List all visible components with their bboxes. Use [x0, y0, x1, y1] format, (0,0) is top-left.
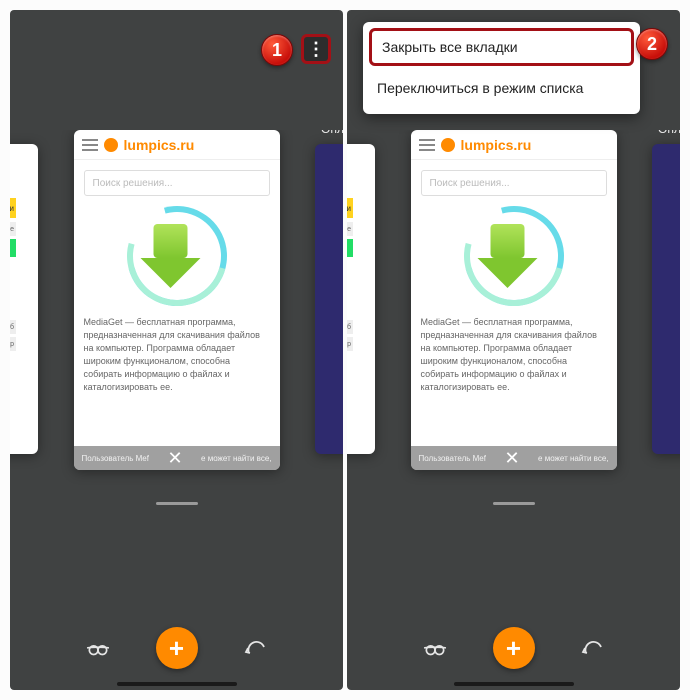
- hamburger-icon[interactable]: [82, 139, 98, 151]
- tab-card-current[interactable]: Lumpics.ru lumpics.ru Поиск решения... M…: [411, 130, 617, 470]
- site-logo-icon: [104, 138, 118, 152]
- new-tab-button[interactable]: +: [493, 627, 535, 669]
- thumb-chip: еще: [347, 222, 353, 236]
- plus-icon: +: [169, 633, 184, 664]
- close-tab-icon[interactable]: ✕: [167, 448, 182, 469]
- nav-indicator: [117, 682, 237, 686]
- more-vertical-icon: ⋮: [347, 372, 353, 392]
- new-tab-button[interactable]: +: [156, 627, 198, 669]
- article-text: MediaGet — бесплатная программа, предназ…: [411, 312, 617, 398]
- step-badge-1: 1: [261, 34, 293, 66]
- thumb-chip: проб: [347, 320, 353, 334]
- menu-popup: Закрыть все вкладки Переключиться в режи…: [363, 22, 640, 114]
- menu-switch-list-mode[interactable]: Переключиться в режим списка: [363, 70, 640, 106]
- tab-title: Онл: [658, 130, 680, 136]
- thumb-chip: в Кар: [347, 337, 353, 351]
- thumb-chip: еще: [10, 222, 16, 236]
- bottom-toolbar: +: [10, 620, 343, 676]
- yandex-thumb: йти: [10, 198, 16, 218]
- plus-icon: +: [506, 633, 521, 664]
- tab-footer: Пользователь Mef ✕ е может найти все,: [411, 446, 617, 470]
- more-vertical-icon: ⋮: [10, 372, 16, 392]
- site-brand: lumpics.ru: [124, 137, 195, 153]
- undo-button[interactable]: [242, 634, 270, 662]
- incognito-icon[interactable]: [84, 634, 112, 662]
- tab-card-prev[interactable]: йти еще проб в Кар ⋮: [347, 144, 375, 454]
- drag-handle[interactable]: [493, 502, 535, 505]
- search-input[interactable]: Поиск решения...: [84, 170, 270, 196]
- thumb-img: [347, 239, 353, 257]
- step-badge-2: 2: [636, 28, 668, 60]
- site-brand: lumpics.ru: [461, 137, 532, 153]
- tab-card-next[interactable]: Онл Вы ул: [652, 144, 680, 454]
- article-text: MediaGet — бесплатная программа, предназ…: [74, 312, 280, 398]
- pane-left: ⋮ 1 йти еще проб в Кар ⋮ Онла: [10, 10, 343, 690]
- tab-card-current[interactable]: Lumpics.ru lumpics.ru Поиск решения... M…: [74, 130, 280, 470]
- download-icon: [127, 206, 227, 306]
- tab-footer: Пользователь Mef ✕ е может найти все,: [74, 446, 280, 470]
- topbar: ⋮: [10, 30, 343, 70]
- hamburger-icon[interactable]: [419, 139, 435, 151]
- thumb-chip: в Кар: [10, 337, 16, 351]
- footer-text: е может найти все,: [538, 454, 608, 463]
- tab-card-next[interactable]: Онла Вы ул: [315, 144, 343, 454]
- undo-button[interactable]: [579, 634, 607, 662]
- footer-text: е может найти все,: [201, 454, 271, 463]
- thumb-chip: проб: [10, 320, 16, 334]
- kebab-menu-button[interactable]: ⋮: [301, 34, 331, 64]
- thumb-img: [10, 239, 16, 257]
- more-vertical-icon: ⋮: [307, 39, 325, 60]
- drag-handle[interactable]: [156, 502, 198, 505]
- site-logo-icon: [441, 138, 455, 152]
- footer-text: Пользователь Mef: [419, 454, 486, 463]
- bottom-toolbar: +: [347, 620, 680, 676]
- close-tab-icon[interactable]: ✕: [504, 448, 519, 469]
- yandex-thumb: йти: [347, 198, 353, 218]
- incognito-icon[interactable]: [421, 634, 449, 662]
- site-header: lumpics.ru: [411, 130, 617, 160]
- footer-text: Пользователь Mef: [82, 454, 149, 463]
- tab-card-prev[interactable]: йти еще проб в Кар ⋮: [10, 144, 38, 454]
- tab-title: Онла: [321, 130, 343, 136]
- tabs-carousel[interactable]: йти еще проб в Кар ⋮ Онла Вы ул Lu: [10, 130, 343, 600]
- pane-right: ⋮ Закрыть все вкладки Переключиться в ре…: [347, 10, 680, 690]
- search-input[interactable]: Поиск решения...: [421, 170, 607, 196]
- status-bar: [10, 10, 343, 30]
- tabs-carousel[interactable]: йти еще проб в Кар ⋮ Онл Вы ул Lum: [347, 130, 680, 600]
- nav-indicator: [454, 682, 574, 686]
- menu-close-all-tabs[interactable]: Закрыть все вкладки: [369, 28, 634, 66]
- site-header: lumpics.ru: [74, 130, 280, 160]
- download-icon: [464, 206, 564, 306]
